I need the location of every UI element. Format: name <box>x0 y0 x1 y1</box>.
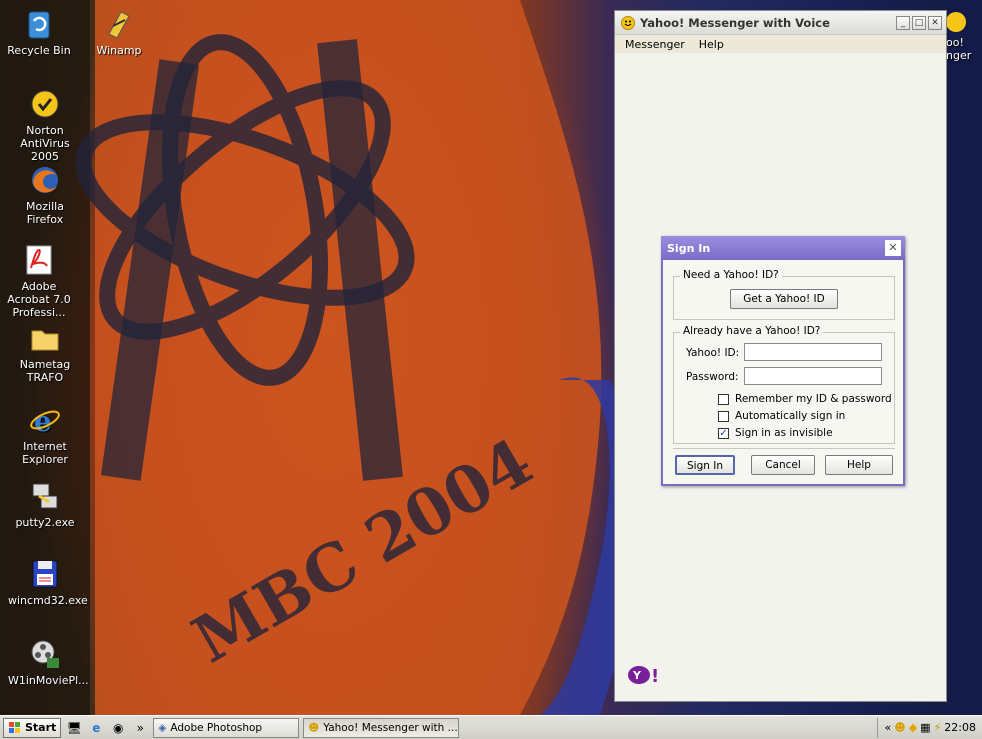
yahoo-id-input[interactable] <box>744 343 882 361</box>
media-quicklaunch-icon[interactable]: ◉ <box>109 719 127 737</box>
svg-text:!: ! <box>651 666 659 686</box>
yahoo-id-label: Yahoo! ID: <box>686 347 740 359</box>
chevron-more-icon[interactable]: » <box>131 719 149 737</box>
desktop-icon-label: Norton AntiVirus 2005 <box>20 124 70 163</box>
checkbox-box[interactable]: ✓ <box>718 427 729 439</box>
tray-norton-icon[interactable]: ◆ <box>909 721 917 734</box>
menu-bar: Messenger Help <box>615 35 946 53</box>
svg-text:Y: Y <box>632 669 642 682</box>
maximize-button[interactable]: □ <box>912 15 926 30</box>
yahoo-smiley-icon <box>946 12 966 32</box>
yahoo-logo: Y! <box>627 664 661 689</box>
desktop-icon-winamp[interactable]: Winamp <box>82 8 156 57</box>
tray-winamp-icon[interactable]: ⚡ <box>934 721 942 734</box>
desktop-icon-label: wincmd32.exe <box>8 594 88 607</box>
password-input[interactable] <box>744 367 882 385</box>
yahoo-smiley-icon <box>621 15 635 30</box>
cancel-button[interactable]: Cancel <box>751 455 815 475</box>
clock: 22:08 <box>944 721 976 734</box>
windows-flag-icon <box>9 721 20 733</box>
checkbox-label: Remember my ID & password <box>735 393 892 405</box>
ie-icon: e <box>29 404 61 438</box>
checkbox-box[interactable] <box>718 410 729 422</box>
task-label: Adobe Photoshop <box>170 721 263 734</box>
sign-in-group: Already have a Yahoo! ID? Yahoo! ID: Pas… <box>673 325 895 444</box>
close-button[interactable]: ✕ <box>885 240 901 256</box>
desktop-icon-wincmd[interactable]: wincmd32.exe <box>8 558 88 607</box>
close-button[interactable]: ✕ <box>928 15 942 30</box>
window-title: Yahoo! Messenger with Voice <box>640 15 830 30</box>
auto-signin-checkbox[interactable]: Automatically sign in <box>718 410 845 422</box>
tray-yahoo-icon[interactable]: ☻ <box>894 721 905 734</box>
tray-expand-icon[interactable]: « <box>884 721 891 734</box>
checkbox-label: Sign in as invisible <box>735 427 833 439</box>
desktop-icon-label: Adobe Acrobat 7.0 Professi... <box>7 280 71 319</box>
password-label: Password: <box>686 371 739 383</box>
desktop-icon-acrobat[interactable]: Adobe Acrobat 7.0 Professi... <box>2 244 76 319</box>
show-desktop-icon[interactable]: 🖥 <box>65 719 83 737</box>
sign-in-dialog: Sign In ✕ Need a Yahoo! ID? Get a Yahoo!… <box>661 236 905 486</box>
desktop-icon-movie-player[interactable]: W1inMoviePl... <box>8 638 89 687</box>
button-row: Sign In Cancel Help <box>673 448 895 478</box>
putty-icon <box>29 480 61 512</box>
sign-in-button[interactable]: Sign In <box>675 455 735 475</box>
minimize-button[interactable]: _ <box>896 15 910 30</box>
desktop-icon-internet-explorer[interactable]: e Internet Explorer <box>8 404 82 466</box>
window-titlebar[interactable]: Yahoo! Messenger with Voice _ □ ✕ <box>615 11 946 35</box>
desktop-icon-label: Nametag TRAFO <box>19 358 71 384</box>
desktop-icon-label: Winamp <box>96 44 142 57</box>
menu-messenger[interactable]: Messenger <box>625 38 685 51</box>
start-button[interactable]: Start <box>3 717 62 738</box>
recycle-bin-icon <box>23 8 55 40</box>
firefox-icon <box>29 164 61 196</box>
desktop-icon-label: W1inMoviePl... <box>8 674 89 687</box>
invisible-checkbox[interactable]: ✓ Sign in as invisible <box>718 427 833 439</box>
desktop-icon-nametag-trafo[interactable]: Nametag TRAFO <box>8 322 82 384</box>
get-yahoo-id-button[interactable]: Get a Yahoo! ID <box>730 289 838 309</box>
task-adobe-photoshop[interactable]: ◈ Adobe Photoshop <box>153 717 300 738</box>
remember-checkbox[interactable]: Remember my ID & password <box>718 393 892 405</box>
floppy-icon <box>29 558 61 590</box>
folder-icon <box>29 322 61 354</box>
task-yahoo-messenger[interactable]: ☻ Yahoo! Messenger with ... <box>303 717 460 738</box>
movie-icon <box>29 638 61 670</box>
acrobat-icon <box>23 244 55 276</box>
menu-help[interactable]: Help <box>699 38 724 51</box>
system-tray: « ☻ ◆ ▦ ⚡ 22:08 <box>877 717 982 738</box>
checkbox-box[interactable] <box>718 393 729 405</box>
svg-text:e: e <box>34 405 52 436</box>
winamp-icon <box>103 8 135 40</box>
desktop-icon-firefox[interactable]: Mozilla Firefox <box>8 164 82 226</box>
dialog-title: Sign In <box>667 241 711 255</box>
desktop-icon-norton[interactable]: Norton AntiVirus 2005 <box>8 88 82 163</box>
yahoo-smiley-icon: ☻ <box>308 721 320 734</box>
have-id-legend: Already have a Yahoo! ID? <box>680 325 824 337</box>
start-label: Start <box>25 721 57 734</box>
desktop-icon-label: Internet Explorer <box>22 440 68 466</box>
dialog-titlebar[interactable]: Sign In ✕ <box>661 236 905 260</box>
desktop-icon-yahoo-partial[interactable]: oo! nger <box>946 12 982 62</box>
norton-icon <box>29 88 61 120</box>
desktop-icon-recycle-bin[interactable]: Recycle Bin <box>2 8 76 57</box>
help-button[interactable]: Help <box>825 455 893 475</box>
desktop-icon-label: Recycle Bin <box>7 44 71 57</box>
desktop-icon-label: Mozilla Firefox <box>26 200 64 226</box>
desktop-icon-label: putty2.exe <box>15 516 75 529</box>
need-id-legend: Need a Yahoo! ID? <box>680 269 782 281</box>
task-label: Yahoo! Messenger with ... <box>323 721 458 734</box>
ie-quicklaunch-icon[interactable]: e <box>87 719 105 737</box>
need-id-group: Need a Yahoo! ID? Get a Yahoo! ID <box>673 269 895 320</box>
checkbox-label: Automatically sign in <box>735 410 846 422</box>
desktop-icon-label: oo! nger <box>946 36 972 62</box>
photoshop-icon: ◈ <box>158 721 167 734</box>
desktop-icon-putty[interactable]: putty2.exe <box>8 480 82 529</box>
taskbar: Start 🖥 e ◉ » ◈ Adobe Photoshop ☻ Yahoo!… <box>0 715 982 739</box>
tray-network-icon[interactable]: ▦ <box>920 721 930 734</box>
